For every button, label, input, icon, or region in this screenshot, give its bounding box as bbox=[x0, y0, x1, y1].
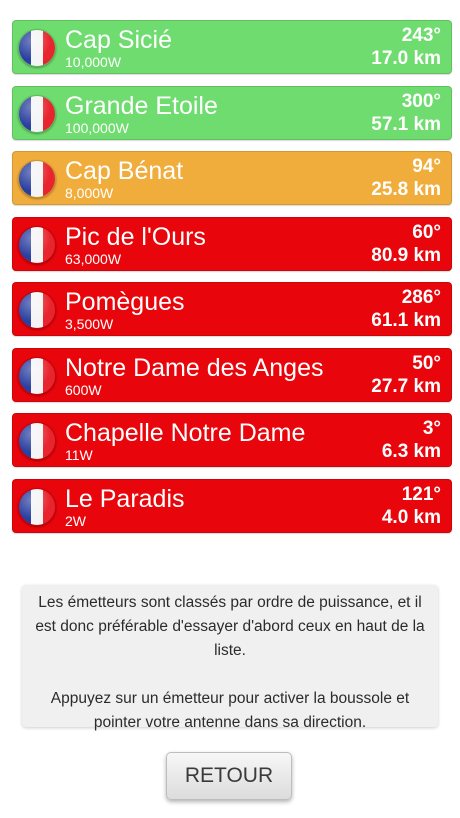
france-flag-icon bbox=[18, 94, 56, 133]
transmitter-bearing: 286° bbox=[401, 287, 441, 308]
info-ranking-text: Les émetteurs sont classés par ordre de … bbox=[35, 594, 425, 659]
transmitter-bearing: 300° bbox=[401, 90, 441, 112]
transmitter-name: Notre Dame des Anges bbox=[65, 353, 324, 382]
transmitter-bearing: 94° bbox=[412, 156, 441, 177]
transmitter-power: 2W bbox=[65, 512, 86, 529]
transmitter-power: 8,000W bbox=[65, 185, 114, 201]
transmitter-name: Le Paradis bbox=[65, 484, 185, 513]
transmitter-bearing: 121° bbox=[401, 483, 441, 505]
transmitter-row[interactable]: Pic de l'Ours 63,000W 60° 80.9 km bbox=[12, 216, 452, 271]
transmitter-name: Cap Sicié bbox=[65, 26, 172, 54]
transmitter-power: 600W bbox=[65, 381, 102, 398]
france-flag-icon bbox=[18, 487, 56, 526]
info-instruction-text: Appuyez sur un émetteur pour activer la … bbox=[50, 690, 410, 731]
france-flag-icon bbox=[18, 160, 56, 198]
transmitter-row[interactable]: Le Paradis 2W 121° 4.0 km bbox=[12, 478, 452, 533]
transmitter-power: 11W bbox=[65, 447, 93, 463]
transmitter-distance: 6.3 km bbox=[381, 441, 441, 462]
france-flag-icon bbox=[18, 356, 56, 395]
transmitter-distance: 61.1 km bbox=[371, 310, 441, 331]
transmitter-list: Cap Sicié 10,000W 243° 17.0 km Grande Et… bbox=[12, 20, 452, 544]
transmitter-name: Grande Etoile bbox=[65, 91, 218, 120]
transmitter-power: 3,500W bbox=[65, 316, 114, 332]
transmitter-power: 100,000W bbox=[65, 119, 129, 136]
transmitter-name: Pomègues bbox=[65, 288, 185, 316]
transmitter-power: 63,000W bbox=[65, 250, 122, 267]
france-flag-icon bbox=[18, 29, 56, 67]
transmitter-distance: 57.1 km bbox=[371, 113, 441, 135]
transmitter-bearing: 3° bbox=[422, 418, 441, 439]
transmitter-power: 10,000W bbox=[65, 54, 122, 70]
transmitter-row[interactable]: Cap Sicié 10,000W 243° 17.0 km bbox=[12, 20, 452, 74]
france-flag-icon bbox=[18, 291, 56, 329]
retour-button[interactable]: RETOUR bbox=[166, 752, 292, 800]
transmitter-distance: 17.0 km bbox=[371, 48, 441, 69]
transmitter-bearing: 60° bbox=[412, 221, 441, 243]
transmitter-distance: 4.0 km bbox=[381, 506, 441, 528]
france-flag-icon bbox=[18, 225, 56, 264]
transmitter-bearing: 50° bbox=[412, 352, 441, 374]
transmitter-row[interactable]: Notre Dame des Anges 600W 50° 27.7 km bbox=[12, 347, 452, 402]
transmitter-row[interactable]: Grande Etoile 100,000W 300° 57.1 km bbox=[12, 85, 452, 140]
transmitter-distance: 25.8 km bbox=[371, 179, 441, 200]
transmitter-row[interactable]: Cap Bénat 8,000W 94° 25.8 km bbox=[12, 151, 452, 205]
transmitter-row[interactable]: Chapelle Notre Dame 11W 3° 6.3 km bbox=[12, 413, 452, 467]
transmitter-row[interactable]: Pomègues 3,500W 286° 61.1 km bbox=[12, 282, 452, 336]
transmitter-distance: 27.7 km bbox=[371, 375, 441, 397]
transmitter-distance: 80.9 km bbox=[371, 244, 441, 266]
transmitter-name: Cap Bénat bbox=[65, 157, 184, 185]
transmitter-bearing: 243° bbox=[401, 25, 441, 46]
info-panel: Les émetteurs sont classés par ordre de … bbox=[22, 585, 438, 731]
france-flag-icon bbox=[18, 422, 56, 460]
transmitter-name: Pic de l'Ours bbox=[65, 222, 206, 251]
transmitter-name: Chapelle Notre Dame bbox=[65, 419, 306, 447]
